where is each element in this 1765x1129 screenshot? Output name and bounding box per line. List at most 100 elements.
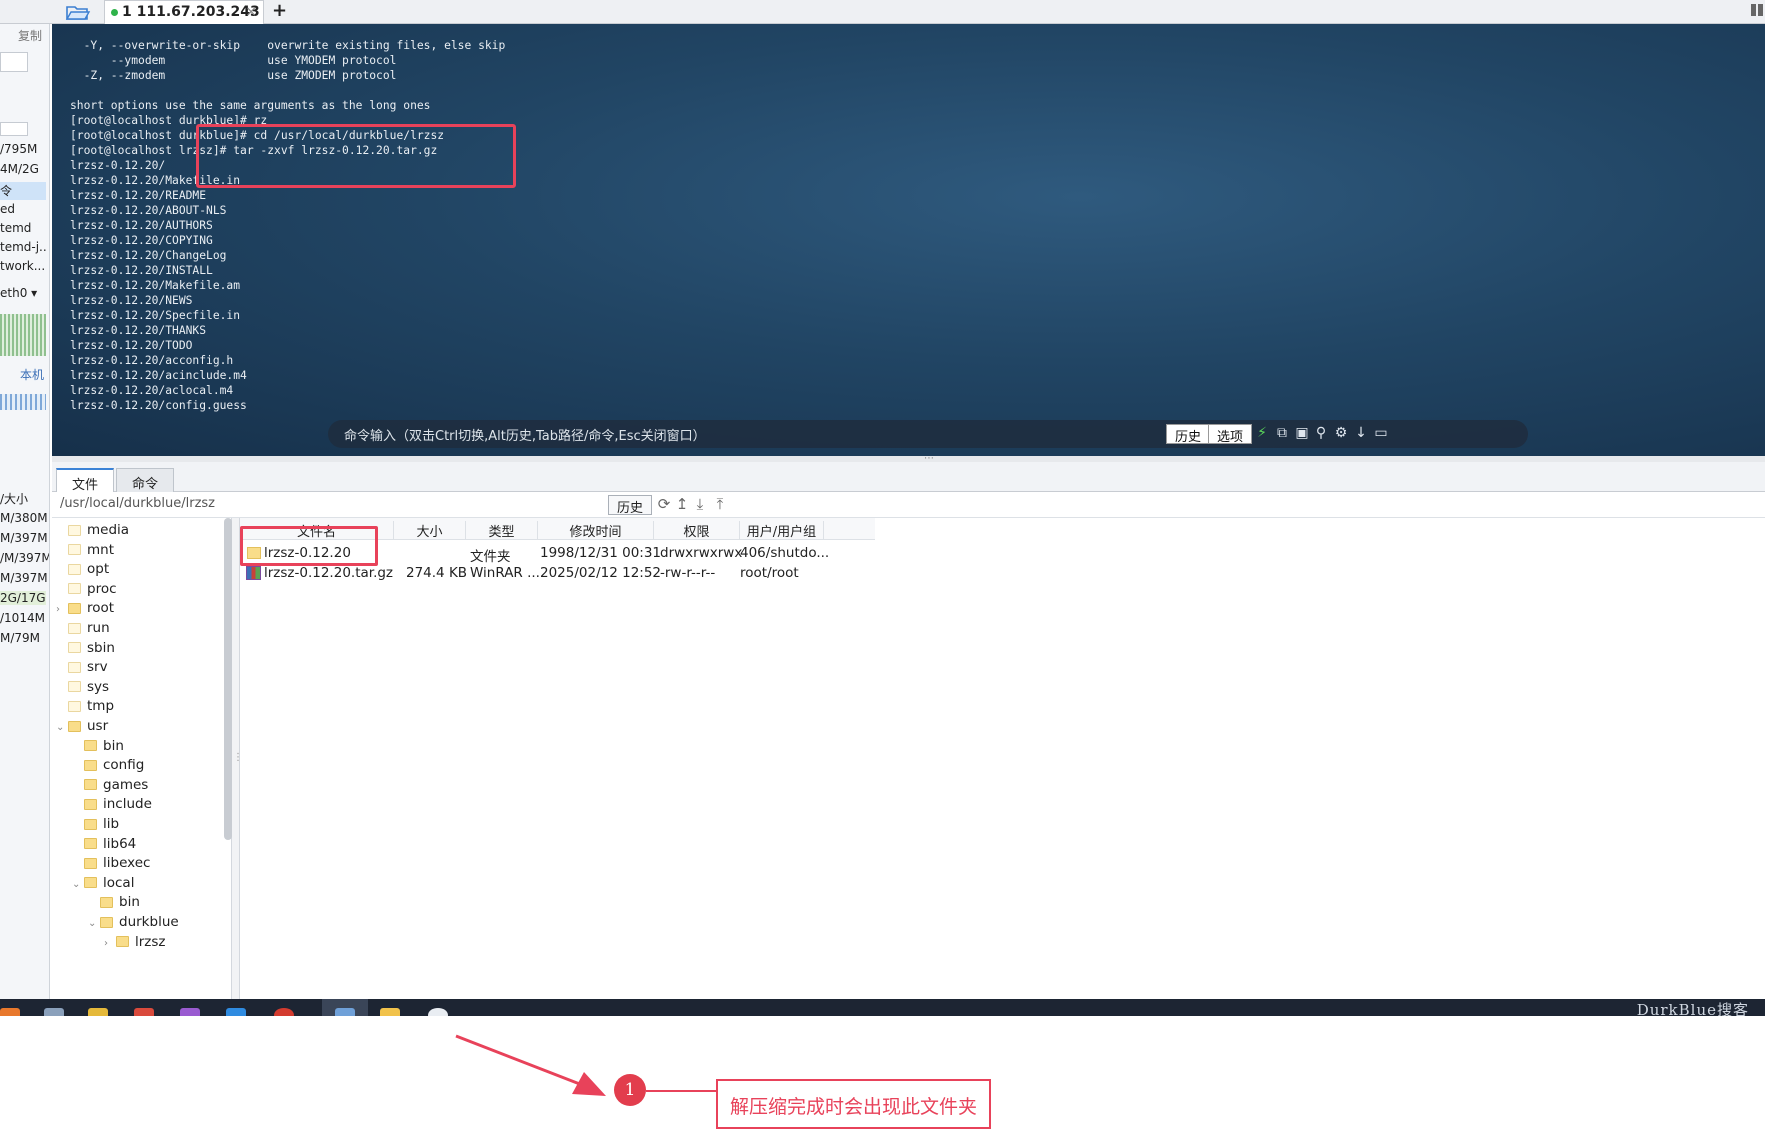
disk-size: 2G/17G	[0, 591, 46, 605]
paste-icon[interactable]: ▣	[1294, 425, 1310, 441]
file-mtime: 2025/02/12 12:52	[540, 565, 662, 581]
tab-files[interactable]: 文件	[56, 468, 114, 493]
folder-icon	[68, 563, 81, 575]
disk-size: /1014M	[0, 611, 45, 625]
process-item[interactable]: temd-j..	[0, 240, 47, 254]
annotation-connector	[646, 1090, 716, 1092]
download-arrow-icon[interactable]: ↓	[1353, 425, 1369, 441]
app-icon[interactable]	[88, 1008, 108, 1016]
download-icon[interactable]: ⤓	[692, 495, 708, 513]
tree-node-label: config	[103, 757, 145, 774]
history-button[interactable]: 历史	[1166, 424, 1211, 445]
os-taskbar: DurkBlue搜客	[0, 999, 1765, 1016]
app-icon[interactable]	[226, 1008, 246, 1016]
app-icon[interactable]	[134, 1008, 154, 1016]
tree-node-label: sys	[87, 678, 110, 695]
tree-node-label: games	[103, 776, 149, 793]
folder-icon	[84, 857, 97, 869]
folder-icon	[84, 877, 97, 889]
column-owner[interactable]: 用户/用户组	[740, 521, 824, 540]
folder-icon	[68, 642, 81, 654]
search-icon[interactable]: ⚲	[1313, 425, 1329, 441]
app-icon[interactable]	[428, 1008, 448, 1016]
column-mtime[interactable]: 修改时间	[538, 521, 654, 540]
folder-icon	[100, 896, 113, 908]
disk-size: M/380M	[0, 511, 48, 525]
tree-node-label: lib64	[103, 835, 137, 852]
open-folder-icon[interactable]	[64, 2, 92, 22]
tree-expand-icon[interactable]: ⌄	[88, 918, 100, 929]
file-manager-panel: 文件 命令 /usr/local/durkblue/lrzsz 历史 ⟳ ↥ ⤓…	[52, 462, 1765, 1129]
tree-node[interactable]: › lrzsz	[104, 934, 166, 956]
file-mtime: 1998/12/31 00:31	[540, 545, 662, 561]
folder-icon	[84, 740, 97, 752]
latency-graph	[0, 394, 46, 410]
process-item[interactable]: temd	[0, 221, 31, 235]
gear-icon[interactable]: ⚙	[1333, 425, 1349, 441]
close-tab-icon[interactable]: ×	[245, 4, 257, 20]
command-input-bar[interactable]: 命令输入（双击Ctrl切换,Alt历史,Tab路径/命令,Esc关闭窗口） 历史…	[328, 420, 1528, 448]
directory-tree[interactable]: media mnt opt proc › root run sbin srv sys tmp ⌄ usr…	[52, 518, 232, 999]
folder-icon	[84, 759, 97, 771]
lightning-icon[interactable]: ⚡	[1254, 425, 1270, 441]
tree-expand-icon[interactable]: ›	[56, 604, 68, 615]
process-item[interactable]: ed	[0, 202, 15, 216]
tree-list-splitter[interactable]: ⋮	[232, 518, 243, 999]
tree-expand-icon[interactable]: ›	[104, 938, 116, 949]
disk-size: /M/397M	[0, 551, 50, 565]
refresh-icon[interactable]: ⟳	[656, 495, 672, 513]
copy-label[interactable]: 复制	[18, 27, 42, 44]
disk-size: M/397M	[0, 531, 48, 545]
path-input[interactable]: /usr/local/durkblue/lrzsz	[60, 496, 215, 511]
disk-size: M/397M	[0, 571, 48, 585]
app-icon[interactable]	[0, 1008, 20, 1016]
network-graph	[0, 314, 46, 356]
process-item[interactable]: twork...	[0, 259, 45, 273]
column-type[interactable]: 类型	[466, 521, 538, 540]
command-input-hint[interactable]: 命令输入（双击Ctrl切换,Alt历史,Tab路径/命令,Esc关闭窗口）	[344, 425, 706, 444]
folder-icon	[84, 838, 97, 850]
tree-node-label: tmp	[87, 698, 115, 715]
folder-icon	[68, 544, 81, 556]
tree-node-label: media	[87, 522, 130, 538]
path-history-button[interactable]: 历史	[608, 495, 653, 516]
app-icon[interactable]	[335, 1008, 355, 1016]
terminal-output[interactable]: -Y, --overwrite-or-skip overwrite existi…	[70, 38, 505, 413]
file-type: 文件夹	[470, 549, 511, 565]
column-permissions[interactable]: 权限	[654, 521, 740, 540]
maximize-icon[interactable]: ▭	[1373, 425, 1389, 441]
file-list[interactable]: 文件名 大小 类型 修改时间 权限 用户/用户组 lrzsz-0.12.20 文件…	[240, 518, 1765, 999]
tree-scrollbar[interactable]	[224, 518, 232, 840]
local-label[interactable]: 本机	[20, 366, 44, 383]
terminal-view[interactable]: -Y, --overwrite-or-skip overwrite existi…	[52, 24, 1765, 456]
file-size: 274.4 KB	[406, 565, 468, 581]
app-icon[interactable]	[380, 1008, 400, 1016]
system-info-panel: 复制 /795M 4M/2G 令 ed temd temd-j.. twork.…	[0, 24, 50, 999]
session-tab[interactable]: 1 111.67.203.243 ×	[104, 0, 264, 24]
tree-expand-icon[interactable]: ⌄	[56, 722, 68, 733]
app-icon[interactable]	[274, 1008, 294, 1016]
app-icon[interactable]	[44, 1008, 64, 1016]
upload-icon[interactable]: ⤒	[712, 495, 728, 513]
folder-icon	[68, 661, 81, 673]
copy-icon[interactable]: ⧉	[1274, 425, 1290, 441]
tree-node-label: srv	[87, 659, 108, 676]
file-row[interactable]: lrzsz-0.12.20.tar.gz 274.4 KB WinRAR ... 20…	[240, 564, 875, 584]
tree-node-label: bin	[103, 737, 124, 754]
tab-commands[interactable]: 命令	[116, 468, 174, 492]
up-directory-icon[interactable]: ↥	[674, 495, 690, 513]
command-highlight-box	[196, 124, 516, 188]
add-tab-button[interactable]: +	[272, 0, 287, 21]
network-interface-select[interactable]: eth0 ▾	[0, 286, 37, 300]
app-icon[interactable]	[180, 1008, 200, 1016]
file-type: WinRAR ...	[470, 565, 540, 581]
tree-expand-icon[interactable]: ⌄	[72, 879, 84, 890]
options-button[interactable]: 选项	[1208, 424, 1253, 445]
process-header[interactable]: 令	[0, 182, 46, 200]
layout-grid-icon[interactable]	[1751, 4, 1763, 16]
file-permissions: -rw-r--r--	[660, 565, 716, 581]
info-box	[0, 122, 28, 136]
column-size[interactable]: 大小	[394, 521, 466, 540]
memory-usage: /795M	[0, 142, 38, 156]
tree-node-label: sbin	[87, 639, 115, 656]
